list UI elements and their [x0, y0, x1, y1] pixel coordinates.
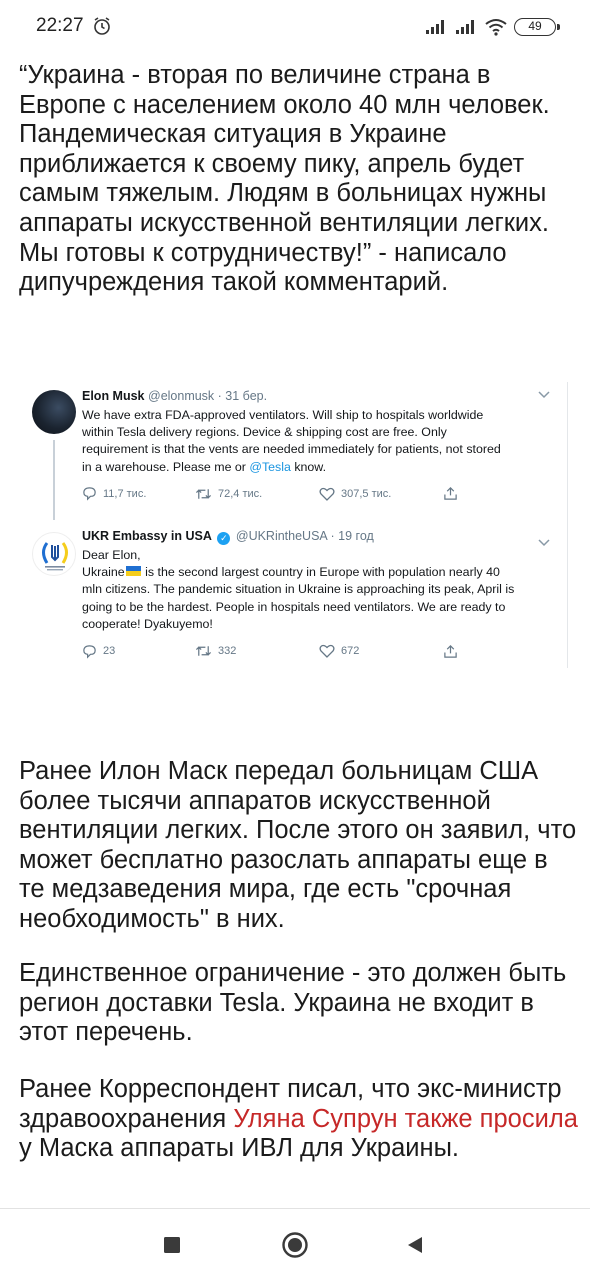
tweet-line: Dear Elon,: [82, 548, 141, 562]
signal-icon: [456, 20, 474, 34]
tweet-text: Dear Elon, Ukraine is the second largest…: [82, 547, 550, 633]
embassy-logo: [42, 542, 68, 571]
like-count: 307,5 тис.: [341, 487, 392, 500]
tweet-text-fragment: know.: [290, 459, 327, 474]
thread-line: [53, 440, 55, 520]
retweet-icon: [195, 646, 212, 656]
like-action: 307,5 тис.: [319, 487, 443, 501]
ukraine-flag-icon: [125, 566, 141, 577]
heart-icon: [319, 487, 335, 501]
heart-icon: [319, 644, 335, 658]
alarm-icon: [94, 17, 110, 35]
retweet-count: 332: [218, 645, 237, 658]
wifi-icon: [485, 19, 507, 36]
reply-action: 11,7 тис.: [82, 486, 195, 501]
tweet-actions: 23 332 672: [82, 643, 550, 659]
like-action: 672: [319, 644, 443, 658]
embed-border: [567, 382, 568, 668]
article-paragraph: Ранее Корреспондент писал, что экс-минис…: [19, 1075, 579, 1164]
tweet-line: going to be the hardest. People in hospi…: [82, 599, 506, 614]
tweet-line: in a warehouse. Please me or @Tesla know…: [82, 459, 550, 476]
back-triangle-icon: [408, 1237, 422, 1253]
suprun-link[interactable]: Уляна Супрун также просила: [233, 1105, 578, 1133]
tweet-line: mln citizens. The pandemic situation in …: [82, 582, 515, 597]
reply-count: 23: [103, 645, 116, 658]
status-bar: 22:27 49: [0, 0, 590, 56]
tweet-handle: @UKRintheUSA · 19 год: [235, 529, 374, 543]
square-icon: [164, 1237, 180, 1253]
reply-action: 23: [82, 644, 195, 659]
battery-icon: 49: [514, 18, 560, 36]
article-paragraph: Единственное ограничение - это должен бы…: [19, 959, 567, 1047]
retweet-action: 72,4 тис.: [195, 487, 319, 501]
tweet-embed: Elon Musk @elonmusk · 31 бер. We have ex…: [22, 378, 568, 678]
signal-icon: [426, 20, 444, 34]
tweet-handle: @elonmusk · 31 бер.: [148, 389, 268, 403]
tweet-text-fragment: is the second largest country in Europe …: [141, 565, 500, 580]
share-icon: [444, 644, 457, 658]
paragraph-text: у Маска аппараты ИВЛ для Украины.: [19, 1134, 459, 1163]
tweet-line: We have extra FDA-approved ventilators. …: [82, 408, 484, 422]
share-action: [443, 486, 458, 501]
avatar: [32, 390, 76, 434]
reply-icon: [83, 487, 96, 501]
share-action: [443, 644, 458, 659]
reply-icon: [83, 644, 96, 659]
tweet-line: within Tesla delivery regions. Device & …: [82, 425, 447, 440]
recents-button[interactable]: [158, 1231, 186, 1259]
avatar: [32, 532, 76, 576]
verified-icon: ✓: [217, 532, 231, 545]
article-quote: “Украина - вторая по величине страна в Е…: [19, 61, 550, 297]
tweet-mention: @Tesla: [249, 459, 291, 474]
system-nav-bar: [0, 1209, 590, 1280]
status-time: 22:27: [36, 15, 84, 36]
home-circle-icon: [282, 1232, 308, 1258]
tweet-actions: 11,7 тис. 72,4 тис. 307,5 тис.: [82, 486, 550, 502]
retweet-action: 332: [195, 644, 319, 658]
tweet-line: cooperate! Dyakuyemo!: [82, 616, 213, 631]
tweet-text-fragment: in a warehouse. Please me or: [82, 459, 250, 474]
tweet-author-name: UKR Embassy in USA: [82, 529, 212, 543]
home-button[interactable]: [281, 1231, 309, 1259]
tweet-text-fragment: Ukraine: [82, 565, 125, 580]
tweet-text: We have extra FDA-approved ventilators. …: [82, 407, 550, 476]
share-icon: [444, 487, 457, 501]
back-button[interactable]: [401, 1231, 429, 1259]
retweet-icon: [195, 489, 212, 499]
retweet-count: 72,4 тис.: [218, 487, 263, 500]
article-paragraph: Ранее Илон Маск передал больницам США бо…: [19, 757, 577, 933]
tweet-line: requirement is that the vents are needed…: [82, 442, 501, 457]
tweet-line: Ukraine is the second largest country in…: [82, 564, 550, 581]
like-count: 672: [341, 645, 360, 658]
reply-count: 11,7 тис.: [103, 487, 147, 500]
tweet-author-name: Elon Musk: [82, 389, 145, 403]
